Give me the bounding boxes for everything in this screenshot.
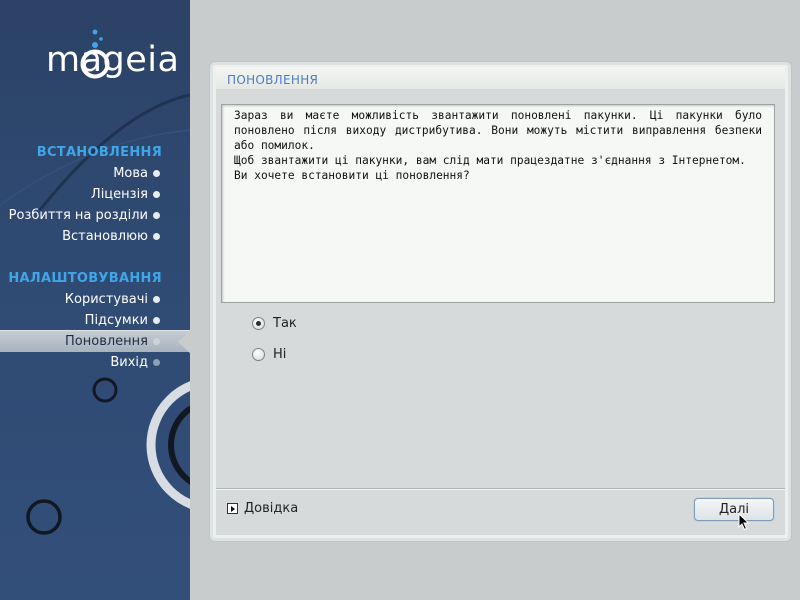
sidebar-item-license[interactable]: Ліцензія xyxy=(91,184,190,205)
updates-message-box[interactable]: Зараз ви маєте можливість звантажити пон… xyxy=(221,104,775,303)
step-done-icon xyxy=(153,233,160,240)
panel-body: Зараз ви маєте можливість звантажити пон… xyxy=(216,90,785,535)
active-step-arrow-icon xyxy=(178,331,190,353)
message-line: Щоб звантажити ці пакунки, вам слід мати… xyxy=(234,154,746,167)
message-line: Ви хочете встановити ці поновлення? xyxy=(234,169,470,182)
sidebar-item-label: Користувачі xyxy=(64,292,148,307)
sidebar-item-partitioning[interactable]: Розбиття на розділи xyxy=(9,205,190,226)
section-title-configuration: НАЛАШТОВУВАННЯ xyxy=(8,271,162,286)
main-panel: ПОНОВЛЕННЯ Зараз ви маєте можливість зва… xyxy=(209,61,792,542)
page-title: ПОНОВЛЕННЯ xyxy=(227,73,319,87)
sidebar-item-users[interactable]: Користувачі xyxy=(65,289,190,310)
sidebar-item-label: Встановлюю xyxy=(62,229,148,244)
sidebar-item-label: Розбиття на розділи xyxy=(8,208,148,223)
next-button[interactable]: Далі xyxy=(694,498,774,521)
sidebar-item-language[interactable]: Мова xyxy=(113,163,190,184)
radio-checked-icon xyxy=(252,317,265,330)
help-button[interactable]: Довідка xyxy=(227,500,298,518)
step-done-icon xyxy=(153,317,160,324)
panel-header: ПОНОВЛЕННЯ xyxy=(216,67,785,90)
sidebar-item-label: Підсумки xyxy=(84,313,148,328)
section-title-install: ВСТАНОВЛЕННЯ xyxy=(36,145,162,160)
sidebar-item-updates[interactable]: Поновлення xyxy=(0,330,190,353)
step-pending-icon xyxy=(153,359,160,366)
message-line: Зараз ви маєте можливість звантажити пон… xyxy=(234,109,762,152)
logo-text: mageia xyxy=(46,40,180,80)
step-done-icon xyxy=(153,212,160,219)
radio-unchecked-icon xyxy=(252,348,265,361)
mouse-cursor-icon xyxy=(738,513,750,531)
step-done-icon xyxy=(153,296,160,303)
expand-arrow-icon xyxy=(227,503,238,514)
step-done-icon xyxy=(153,191,160,198)
sidebar-item-summary[interactable]: Підсумки xyxy=(85,310,190,331)
sidebar-item-label: Мова xyxy=(113,166,148,181)
sidebar: mageia ВСТАНОВЛЕННЯ Мова Ліцензія Розбит… xyxy=(0,0,190,600)
sidebar-item-label: Ліцензія xyxy=(90,187,148,202)
step-done-icon xyxy=(153,170,160,177)
radio-yes[interactable]: Так xyxy=(252,314,297,334)
radio-no[interactable]: Ні xyxy=(252,345,286,365)
divider xyxy=(216,488,785,490)
sidebar-item-label: Вихід xyxy=(110,355,148,370)
radio-label: Ні xyxy=(273,347,287,362)
help-label: Довідка xyxy=(244,501,299,516)
sidebar-item-installing[interactable]: Встановлюю xyxy=(62,226,190,247)
radio-label: Так xyxy=(273,316,297,331)
step-current-icon xyxy=(153,338,160,345)
sidebar-item-label: Поновлення xyxy=(65,334,148,349)
sidebar-item-exit[interactable]: Вихід xyxy=(110,352,190,373)
